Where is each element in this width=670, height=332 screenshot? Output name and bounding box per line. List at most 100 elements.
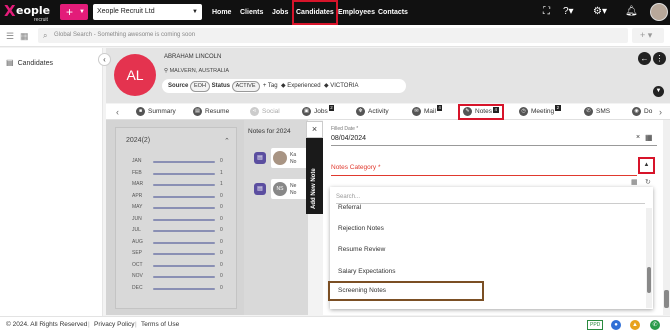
tab-notes[interactable]: ✎ Notes 4 bbox=[458, 104, 504, 120]
lock-icon[interactable]: ▲ bbox=[630, 320, 640, 330]
timeline-year[interactable]: 2024(2) bbox=[126, 137, 150, 144]
tab-summary[interactable]: ■ Summary bbox=[136, 104, 176, 120]
timeline-month-bar bbox=[153, 241, 215, 244]
left-sidebar: ▤ Candidates bbox=[0, 48, 103, 316]
note-author: Ka bbox=[290, 152, 297, 158]
refresh-icon[interactable]: ↻ bbox=[645, 178, 651, 186]
chevron-down-icon[interactable]: ▼ bbox=[653, 86, 664, 97]
fullscreen-icon[interactable]: ⛶ bbox=[543, 6, 550, 17]
dropdown-option[interactable]: Salary Expectations bbox=[338, 268, 395, 275]
nav-contacts[interactable]: Contacts bbox=[378, 0, 408, 25]
status-badge[interactable]: ACTIVE bbox=[231, 81, 260, 92]
company-select[interactable]: Xeople Recruit Ltd ▼ bbox=[93, 4, 202, 20]
timeline-month-row[interactable]: JUN 0 bbox=[116, 216, 238, 225]
timeline-box: 2024(2) ⌃ JAN 0 FEB 1 MAR 1 APR 0 MAY 0 JUN 0 JUL 0 AU… bbox=[115, 127, 237, 309]
close-icon[interactable]: × bbox=[306, 121, 323, 138]
tab-social[interactable]: ⋖ Social bbox=[250, 104, 280, 120]
dropdown-search-input[interactable]: Search... bbox=[336, 190, 645, 204]
candidate-header: AL ABRAHAM LINCOLN ⚲ MALVERN, AUSTRALIA … bbox=[106, 48, 670, 103]
tag-chip[interactable]: VICTORIA bbox=[330, 83, 358, 89]
tab-mail[interactable]: ✉ Mail4 bbox=[412, 104, 443, 120]
notes-category-toggle[interactable]: ▲ bbox=[638, 157, 655, 174]
add-tag-button[interactable]: + Tag bbox=[263, 83, 278, 89]
grid-view-icon[interactable]: ▦ bbox=[20, 31, 29, 42]
back-arrow-icon[interactable]: ← bbox=[638, 52, 651, 65]
timeline-month-row[interactable]: JUL 0 bbox=[116, 227, 238, 236]
chevron-up-icon[interactable]: ⌃ bbox=[224, 137, 230, 145]
note-card[interactable]: Ka No bbox=[271, 148, 308, 168]
clear-date-icon[interactable]: × bbox=[636, 134, 640, 141]
timeline-month-row[interactable]: SEP 0 bbox=[116, 250, 238, 259]
tab-meeting[interactable]: ◷ Meeting2 bbox=[519, 104, 561, 120]
footer-divider: | bbox=[88, 321, 90, 328]
more-options-icon[interactable]: ⋮ bbox=[653, 52, 666, 65]
bell-icon[interactable]: 🔔︎ bbox=[625, 6, 638, 17]
timeline-month-row[interactable]: MAR 1 bbox=[116, 181, 238, 190]
dropdown-scrollbar[interactable] bbox=[646, 208, 652, 308]
dropdown-scroll-thumb[interactable] bbox=[647, 267, 651, 293]
user-circle-icon[interactable]: ● bbox=[611, 320, 621, 330]
sidebar-item-label: Candidates bbox=[17, 60, 53, 67]
sidebar-item-candidates[interactable]: ▤ Candidates bbox=[6, 58, 53, 67]
xeople-logo[interactable]: X eople recruit bbox=[4, 2, 54, 24]
timeline-month-bar bbox=[153, 195, 215, 198]
timeline-month-row[interactable]: APR 0 bbox=[116, 193, 238, 202]
nav-clients[interactable]: Clients bbox=[240, 0, 263, 25]
tab-resume[interactable]: ▤ Resume bbox=[193, 104, 229, 120]
logo-mark: X bbox=[4, 2, 16, 20]
documents-icon: ◉ bbox=[632, 106, 641, 116]
source-badge[interactable]: EOH bbox=[190, 81, 210, 92]
filled-date-input[interactable]: 08/04/2024 bbox=[331, 135, 366, 142]
location-pin-icon: ⚲ bbox=[164, 68, 169, 74]
sidebar-collapse-button[interactable]: ‹ bbox=[98, 53, 111, 66]
ppd-badge[interactable]: PPD bbox=[587, 320, 604, 330]
tag-chip[interactable]: Experienced bbox=[287, 83, 320, 89]
nav-jobs[interactable]: Jobs bbox=[272, 0, 288, 25]
whatsapp-icon[interactable]: ✆ bbox=[650, 320, 660, 330]
chevron-up-icon: ▲ bbox=[643, 162, 650, 168]
tab-documents[interactable]: ◉ Do bbox=[632, 104, 652, 120]
timeline-month-row[interactable]: DEC 0 bbox=[116, 285, 238, 294]
note-card[interactable]: NS Ne No bbox=[271, 179, 308, 199]
status-label: Status bbox=[211, 83, 230, 89]
page-scroll-thumb[interactable] bbox=[664, 290, 669, 308]
nav-candidates[interactable]: Candidates bbox=[292, 0, 338, 25]
calendar-icon[interactable]: ▦ bbox=[645, 133, 653, 142]
tab-scroll-right-icon[interactable]: › bbox=[659, 104, 662, 120]
dropdown-option[interactable]: Referral bbox=[338, 204, 361, 211]
list-view-icon[interactable]: ☰ bbox=[6, 31, 14, 42]
search-add-button[interactable]: + ▾ bbox=[632, 28, 664, 43]
timeline-month-row[interactable]: OCT 0 bbox=[116, 262, 238, 271]
notes-category-underline bbox=[331, 175, 637, 176]
filled-date-underline bbox=[331, 145, 657, 146]
terms-of-use-link[interactable]: Terms of Use bbox=[141, 317, 179, 332]
timeline-month-row[interactable]: FEB 1 bbox=[116, 170, 238, 179]
timeline-month-row[interactable]: MAY 0 bbox=[116, 204, 238, 213]
dropdown-option[interactable]: Rejection Notes bbox=[338, 225, 384, 232]
timeline-month-row[interactable]: NOV 0 bbox=[116, 273, 238, 282]
footer: © 2024. All Rights Reserved | Privacy Po… bbox=[0, 316, 670, 332]
nav-home[interactable]: Home bbox=[212, 0, 231, 25]
dropdown-option[interactable]: Resume Review bbox=[338, 246, 385, 253]
tab-sms[interactable]: ✆ SMS bbox=[584, 104, 610, 120]
notes-category-label: Notes Category * bbox=[331, 164, 381, 171]
quick-add-button[interactable]: + ▼ bbox=[60, 4, 88, 20]
tab-jobs[interactable]: ▣ Jobs2 bbox=[302, 104, 335, 120]
timeline-month-count: 1 bbox=[220, 169, 223, 176]
dropdown-option-selected[interactable]: Screening Notes bbox=[328, 281, 484, 301]
privacy-policy-link[interactable]: Privacy Policy bbox=[94, 317, 134, 332]
nav-employees[interactable]: Employees bbox=[338, 0, 375, 25]
add-new-note-label[interactable]: Add New Note bbox=[311, 168, 317, 209]
gear-icon[interactable]: ⚙▾ bbox=[593, 6, 607, 17]
timeline-month-row[interactable]: AUG 0 bbox=[116, 239, 238, 248]
notes-category-dropdown: Search... Referral Rejection Notes Resum… bbox=[328, 187, 653, 309]
timeline-month-row[interactable]: JAN 0 bbox=[116, 158, 238, 167]
page-scrollbar[interactable] bbox=[663, 120, 670, 315]
tab-activity[interactable]: ✻ Activity bbox=[356, 104, 389, 120]
add-category-icon[interactable]: ▦ bbox=[631, 178, 638, 186]
user-avatar[interactable] bbox=[650, 3, 668, 21]
tab-scroll-left-icon[interactable]: ‹ bbox=[116, 104, 119, 120]
help-icon[interactable]: ?▾ bbox=[563, 6, 574, 17]
global-search-input[interactable]: ⌕ Global Search - Something awesome is c… bbox=[38, 28, 628, 43]
note-type-icon: ▤ bbox=[254, 152, 266, 164]
